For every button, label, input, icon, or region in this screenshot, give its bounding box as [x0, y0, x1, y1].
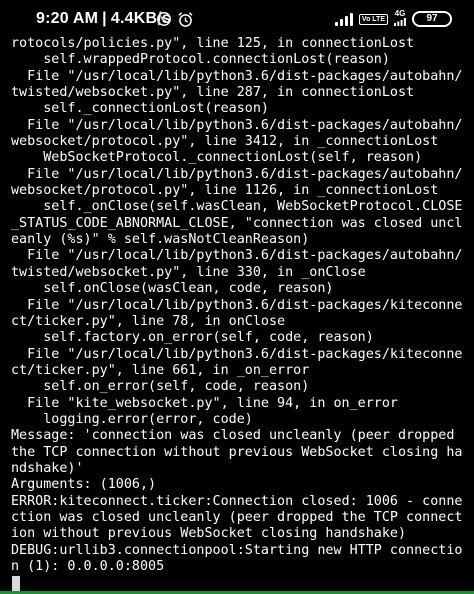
terminal-line: DEBUG:urllib3.connectionpool:Starting ne…	[11, 542, 463, 558]
status-time-group: 9:20 AM | 4.4KB/s	[36, 10, 171, 28]
terminal-line: File "/usr/local/lib/python3.6/dist-pack…	[11, 346, 463, 362]
terminal-line: self.wrappedProtocol.connectionLost(reas…	[11, 52, 390, 68]
notification-icons	[156, 11, 194, 27]
terminal-line: File "/usr/local/lib/python3.6/dist-pack…	[11, 68, 463, 84]
terminal-line: self.on_error(self, code, reason)	[11, 379, 310, 395]
terminal-line: twisted/websocket.py", line 330, in _onC…	[11, 264, 366, 280]
terminal-line: self._connectionLost(reason)	[11, 101, 269, 117]
volte-badge: Vo LTE	[358, 13, 388, 25]
terminal-line: the TCP connection without previous WebS…	[11, 444, 463, 460]
signal-strength-icon	[334, 12, 353, 26]
terminal-line: Arguments: (1006,)	[11, 477, 157, 493]
terminal-line: ct/ticker.py", line 661, in _on_error	[11, 362, 310, 378]
terminal-line: n (1): 0.0.0.0:8005	[11, 559, 165, 574]
system-icons: Vo LTE 4G 97	[334, 10, 452, 28]
whatsapp-icon	[157, 12, 171, 26]
terminal-line: self.onClose(wasClean, code, reason)	[11, 281, 334, 297]
terminal-line: ion without previous WebSocket closing h…	[11, 526, 407, 542]
terminal-line: File "kite_websocket.py", line 94, in on…	[11, 395, 398, 411]
terminal-line: File "/usr/local/lib/python3.6/dist-pack…	[11, 166, 463, 182]
status-time: 9:20 AM	[36, 10, 99, 27]
terminal-line: ction was closed uncleanly (peer dropped…	[11, 509, 463, 525]
terminal-line: File "/usr/local/lib/python3.6/dist-pack…	[11, 297, 463, 313]
terminal-line: ct/ticker.py", line 78, in onClose	[11, 313, 286, 329]
terminal-line: logging.error(error, code)	[11, 411, 253, 427]
terminal-line: File "/usr/local/lib/python3.6/dist-pack…	[11, 248, 463, 264]
status-bar: 9:20 AM | 4.4KB/s Vo LTE 4G 97	[0, 0, 474, 36]
network-type: 4G	[394, 10, 406, 28]
terminal-line: self.factory.on_error(self, code, reason…	[11, 330, 374, 346]
status-separator: |	[102, 10, 107, 27]
terminal-line: Message: 'connection was closed uncleanl…	[11, 428, 455, 444]
terminal-line: File "/usr/local/lib/python3.6/dist-pack…	[11, 117, 463, 133]
alarm-icon	[178, 11, 193, 27]
terminal-line: twisted/websocket.py", line 287, in conn…	[11, 85, 415, 101]
terminal-line: websocket/protocol.py", line 1126, in _c…	[11, 183, 439, 199]
terminal-line: WebSocketProtocol._connectionLost(self, …	[11, 150, 423, 166]
network-type-label: 4G	[394, 9, 406, 18]
battery-indicator: 97	[412, 11, 452, 27]
signal-bars-icon	[394, 18, 406, 26]
terminal-line: eanly (%s)" % self.wasNotCleanReason)	[11, 232, 310, 248]
terminal-output[interactable]: rotocols/policies.py", line 125, in conn…	[11, 36, 471, 590]
terminal-line: ndshake)'	[11, 460, 84, 476]
terminal-line: _STATUS_CODE_ABNORMAL_CLOSE, "connection…	[11, 215, 463, 231]
terminal-line: websocket/protocol.py", line 3412, in _c…	[11, 134, 439, 150]
terminal-line: ERROR:kiteconnect.ticker:Connection clos…	[11, 493, 463, 509]
terminal-line: self._onClose(self.wasClean, WebSocketPr…	[11, 199, 463, 215]
terminal-line: rotocols/policies.py", line 125, in conn…	[11, 36, 415, 51]
terminal-cursor	[12, 576, 20, 591]
